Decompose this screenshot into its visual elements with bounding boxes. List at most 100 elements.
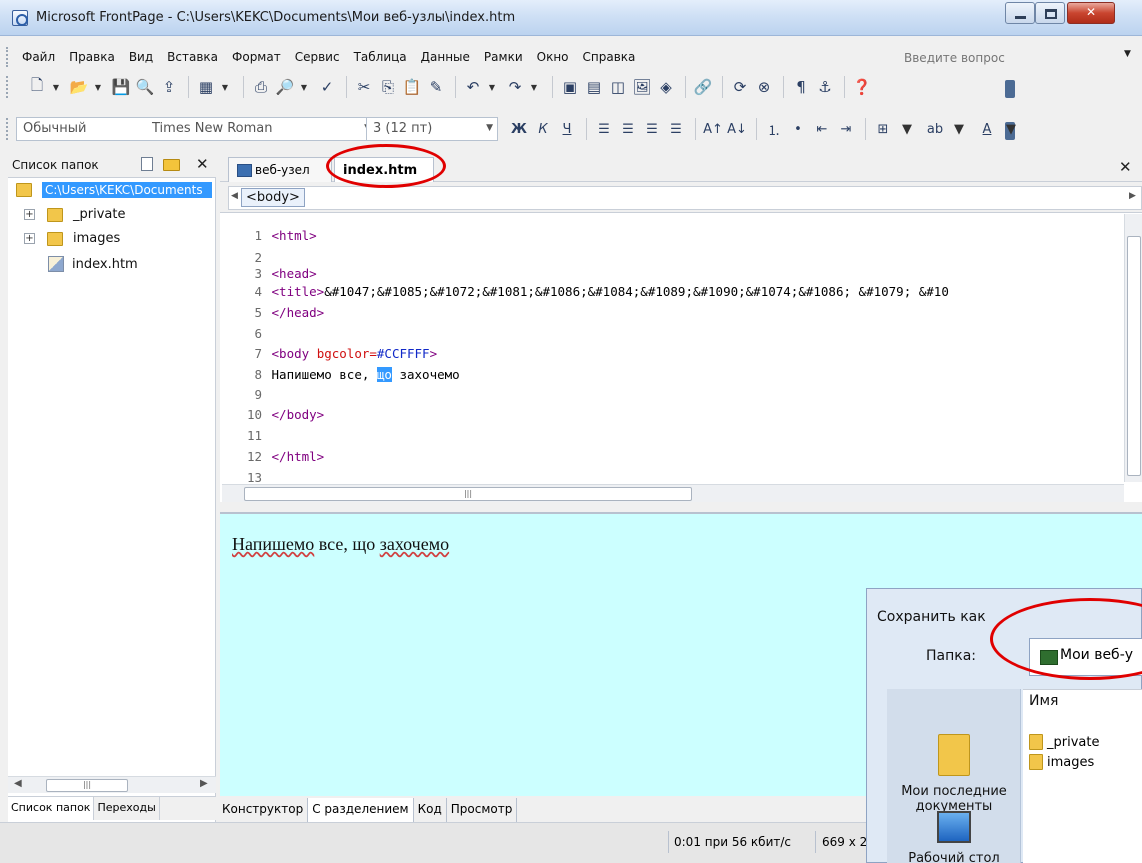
borders-dropdown-icon[interactable]: ▼ bbox=[896, 118, 918, 140]
bold-icon[interactable]: Ж bbox=[508, 118, 530, 140]
numbering-icon[interactable]: ⒈ bbox=[763, 118, 785, 140]
folder-list-scrollbar[interactable]: ◀ ||| ▶ bbox=[8, 776, 216, 793]
menu-window[interactable]: Окно bbox=[537, 50, 569, 64]
help-question-input[interactable] bbox=[902, 49, 1122, 67]
decrease-indent-icon[interactable]: ⇤ bbox=[811, 118, 833, 140]
file-item-index[interactable]: index.htm bbox=[48, 256, 138, 272]
publish-icon[interactable]: ⇪ bbox=[158, 76, 180, 98]
highlight-icon[interactable]: ab bbox=[924, 118, 946, 140]
save-icon[interactable]: 💾 bbox=[110, 76, 132, 98]
print-icon[interactable]: ⎙ bbox=[250, 76, 272, 98]
font-select[interactable]: Times New Roman▼ bbox=[146, 117, 376, 141]
redo-icon[interactable]: ↷ bbox=[504, 76, 526, 98]
undo-dropdown-icon[interactable]: ▼ bbox=[486, 76, 498, 98]
format-painter-icon[interactable]: ✎ bbox=[425, 76, 447, 98]
toolbar-grip[interactable] bbox=[6, 118, 10, 140]
insert-layer-icon[interactable]: ◫ bbox=[607, 76, 629, 98]
place-desktop[interactable]: Рабочий стол bbox=[887, 811, 1021, 863]
pane-dropdown-icon[interactable]: ▼ bbox=[219, 76, 231, 98]
scroll-left-icon[interactable]: ◀ bbox=[231, 191, 238, 201]
expand-icon[interactable]: + bbox=[24, 233, 35, 244]
chevron-down-icon[interactable]: ▼ bbox=[486, 123, 493, 133]
new-dropdown-icon[interactable]: ▼ bbox=[50, 76, 62, 98]
file-list[interactable]: _private images bbox=[1023, 689, 1142, 863]
scroll-left-icon[interactable]: ◀ bbox=[14, 778, 22, 789]
menu-help[interactable]: Справка bbox=[583, 50, 636, 64]
increase-font-icon[interactable]: A↑ bbox=[702, 118, 724, 140]
new-page-icon[interactable]: 🗋 bbox=[26, 76, 48, 98]
menu-file[interactable]: Файл bbox=[22, 50, 55, 64]
insert-table-icon[interactable]: ▤ bbox=[583, 76, 605, 98]
preview-icon[interactable]: 🔎 bbox=[274, 76, 296, 98]
preview-dropdown-icon[interactable]: ▼ bbox=[298, 76, 310, 98]
tab-split[interactable]: С разделением bbox=[308, 798, 414, 822]
scrollbar-thumb[interactable] bbox=[1127, 236, 1141, 476]
redo-dropdown-icon[interactable]: ▼ bbox=[528, 76, 540, 98]
align-right-icon[interactable]: ☰ bbox=[641, 118, 663, 140]
font-size-select[interactable]: 3 (12 пт) ▼ bbox=[366, 117, 498, 141]
scrollbar-thumb[interactable]: ||| bbox=[46, 779, 128, 792]
cut-icon[interactable]: ✂ bbox=[353, 76, 375, 98]
copy-icon[interactable]: ⎘ bbox=[377, 76, 399, 98]
scroll-right-icon[interactable]: ▶ bbox=[1129, 191, 1136, 201]
folder-root[interactable]: C:\Users\KEKC\Documents bbox=[16, 182, 212, 198]
toggle-pane-icon[interactable]: ▦ bbox=[195, 76, 217, 98]
new-folder-icon[interactable] bbox=[163, 159, 180, 171]
place-recent-documents[interactable]: Мои последние документы bbox=[887, 734, 1021, 814]
body-tag-button[interactable]: <body> bbox=[241, 188, 305, 207]
new-page-icon[interactable] bbox=[141, 157, 153, 171]
menu-insert[interactable]: Вставка bbox=[167, 50, 218, 64]
list-item[interactable]: images bbox=[1029, 754, 1094, 770]
name-column-header[interactable]: Имя bbox=[1029, 693, 1058, 709]
design-body-text[interactable]: Напишемо все, що захочемо bbox=[232, 534, 449, 555]
spelling-icon[interactable]: ✓ bbox=[316, 76, 338, 98]
borders-icon[interactable]: ⊞ bbox=[872, 118, 894, 140]
folder-item-images[interactable]: + images bbox=[24, 231, 120, 246]
menu-format[interactable]: Формат bbox=[232, 50, 281, 64]
list-item[interactable]: _private bbox=[1029, 734, 1099, 750]
scroll-right-icon[interactable]: ▶ bbox=[200, 778, 208, 789]
menu-table[interactable]: Таблица bbox=[354, 50, 407, 64]
expand-icon[interactable]: + bbox=[24, 209, 35, 220]
code-view[interactable]: 1 <html> 2 3 <head> 4 <title>&#1047;&#10… bbox=[220, 212, 1142, 502]
undo-icon[interactable]: ↶ bbox=[462, 76, 484, 98]
tab-navigation[interactable]: Переходы bbox=[94, 797, 160, 820]
menu-frames[interactable]: Рамки bbox=[484, 50, 523, 64]
tab-design[interactable]: Конструктор bbox=[218, 798, 309, 822]
justify-icon[interactable]: ☰ bbox=[665, 118, 687, 140]
font-color-dropdown-icon[interactable]: ▼ bbox=[1000, 118, 1022, 140]
code-horizontal-scrollbar[interactable]: ||| bbox=[222, 484, 1124, 502]
help-dropdown-icon[interactable]: ▼ bbox=[1124, 49, 1131, 59]
menu-view[interactable]: Вид bbox=[129, 50, 153, 64]
maximize-button[interactable] bbox=[1035, 2, 1065, 24]
align-center-icon[interactable]: ☰ bbox=[617, 118, 639, 140]
tab-preview[interactable]: Просмотр bbox=[447, 798, 518, 822]
stop-icon[interactable]: ⊗ bbox=[753, 76, 775, 98]
decrease-font-icon[interactable]: A↓ bbox=[726, 118, 748, 140]
close-icon[interactable]: ✕ bbox=[196, 155, 209, 173]
highlight-dropdown-icon[interactable]: ▼ bbox=[948, 118, 970, 140]
tab-website[interactable]: веб-узел bbox=[228, 157, 332, 182]
menu-edit[interactable]: Правка bbox=[69, 50, 115, 64]
font-color-icon[interactable]: A bbox=[976, 118, 998, 140]
minimize-button[interactable] bbox=[1005, 2, 1035, 24]
insert-picture-icon[interactable]: 🖼 bbox=[631, 76, 653, 98]
italic-icon[interactable]: К bbox=[532, 118, 554, 140]
folder-item-private[interactable]: + _private bbox=[24, 207, 125, 222]
increase-indent-icon[interactable]: ⇥ bbox=[835, 118, 857, 140]
tab-folder-list[interactable]: Список папок bbox=[8, 797, 95, 820]
bookmark-icon[interactable]: ⚓ bbox=[814, 76, 836, 98]
toolbar-grip[interactable] bbox=[6, 76, 10, 98]
underline-icon[interactable]: Ч bbox=[556, 118, 578, 140]
close-document-icon[interactable]: ✕ bbox=[1119, 158, 1132, 176]
paste-icon[interactable]: 📋 bbox=[401, 76, 423, 98]
toolbar-options-icon[interactable] bbox=[1005, 80, 1015, 98]
align-left-icon[interactable]: ☰ bbox=[593, 118, 615, 140]
title-bar[interactable]: Microsoft FrontPage - C:\Users\KEKC\Docu… bbox=[0, 0, 1142, 36]
menu-tools[interactable]: Сервис bbox=[295, 50, 340, 64]
open-dropdown-icon[interactable]: ▼ bbox=[92, 76, 104, 98]
hyperlink-icon[interactable]: 🔗 bbox=[692, 76, 714, 98]
help-icon[interactable]: ❓ bbox=[851, 76, 873, 98]
scrollbar-thumb[interactable]: ||| bbox=[244, 487, 692, 501]
menubar-grip[interactable] bbox=[6, 47, 10, 67]
